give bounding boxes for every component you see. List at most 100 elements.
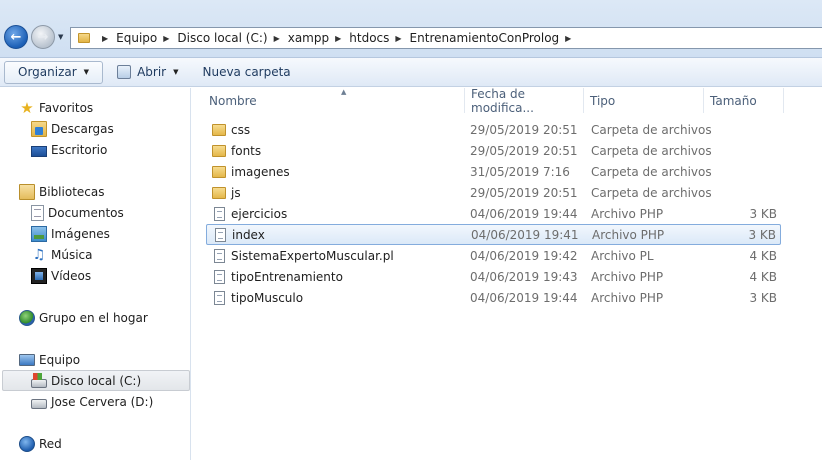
column-header-label: Nombre — [209, 93, 257, 108]
folder-icon — [212, 166, 226, 178]
file-size: 3 KB — [748, 227, 776, 242]
pictures-icon — [31, 225, 47, 242]
sidebar-item-equipo[interactable]: Equipo — [19, 349, 80, 370]
sidebar-item-label: Favoritos — [39, 100, 94, 115]
file-type: Archivo PHP — [592, 227, 665, 242]
file-row[interactable]: tipoMusculo 04/06/2019 19:44 Archivo PHP… — [206, 287, 781, 308]
column-header-label: Tamaño — [710, 93, 757, 108]
sidebar-item-bibliotecas[interactable]: Bibliotecas — [19, 181, 104, 202]
file-row-selected[interactable]: index 04/06/2019 19:41 Archivo PHP 3 KB — [206, 224, 781, 245]
sidebar-item-label: Disco local (C:) — [51, 373, 142, 388]
libraries-icon — [19, 183, 35, 200]
chevron-right-icon[interactable]: ▶ — [395, 34, 401, 43]
breadcrumb-label: EntrenamientoConProlog — [409, 31, 560, 45]
documents-icon — [31, 204, 44, 221]
sidebar-item-imagenes[interactable]: Imágenes — [31, 223, 110, 244]
computer-icon — [19, 354, 35, 366]
network-icon — [19, 435, 35, 452]
sidebar-item-homegroup[interactable]: Grupo en el hogar — [19, 307, 148, 328]
organize-button[interactable]: Organizar ▼ — [4, 60, 104, 84]
file-name: SistemaExpertoMuscular.pl — [231, 248, 394, 263]
open-button[interactable]: Abrir ▼ — [109, 61, 186, 84]
sidebar-item-musica[interactable]: ♫ Música — [31, 244, 93, 265]
sidebar-item-escritorio[interactable]: Escritorio — [31, 139, 107, 160]
file-type: Carpeta de archivos — [591, 164, 712, 179]
breadcrumb-item[interactable]: Disco local (C:) ▶ — [177, 31, 287, 45]
sidebar-item-red[interactable]: Red — [19, 433, 62, 454]
sidebar-item-jose-cervera-d[interactable]: Jose Cervera (D:) — [31, 391, 153, 412]
file-date: 04/06/2019 19:43 — [470, 269, 578, 284]
file-name-cell: js — [212, 186, 241, 200]
file-name-cell: tipoEntrenamiento — [212, 269, 343, 284]
file-size: 3 KB — [749, 290, 777, 305]
column-header-date[interactable]: Fecha de modifica... — [465, 86, 584, 115]
file-name: tipoMusculo — [231, 290, 304, 305]
recent-pages-dropdown[interactable]: ▼ — [58, 33, 63, 41]
php-file-icon — [214, 290, 225, 305]
sidebar-item-label: Imágenes — [51, 226, 110, 241]
column-header-label: Fecha de modifica... — [471, 86, 534, 115]
file-date: 29/05/2019 20:51 — [470, 143, 578, 158]
file-row[interactable]: imagenes 31/05/2019 7:16 Carpeta de arch… — [206, 161, 781, 182]
file-name-cell: tipoMusculo — [212, 290, 304, 305]
breadcrumb-item[interactable]: Equipo ▶ — [116, 31, 177, 45]
breadcrumb-label: Equipo — [116, 31, 158, 45]
downloads-icon — [31, 120, 47, 137]
chevron-right-icon[interactable]: ▶ — [163, 34, 169, 43]
sidebar-item-label: Red — [39, 436, 62, 451]
music-icon: ♫ — [32, 246, 46, 263]
file-date: 29/05/2019 20:51 — [470, 185, 578, 200]
breadcrumb-item[interactable]: xampp ▶ — [288, 31, 350, 45]
breadcrumb-item[interactable]: EntrenamientoConProlog ▶ — [410, 31, 580, 45]
chevron-right-icon[interactable]: ▶ — [565, 34, 571, 43]
file-date: 29/05/2019 20:51 — [470, 122, 578, 137]
sidebar-item-documentos[interactable]: Documentos — [31, 202, 124, 223]
chevron-right-icon[interactable]: ▶ — [335, 34, 341, 43]
file-row[interactable]: ejercicios 04/06/2019 19:44 Archivo PHP … — [206, 203, 781, 224]
video-icon — [31, 267, 47, 284]
file-date: 04/06/2019 19:44 — [470, 206, 578, 221]
new-folder-button[interactable]: Nueva carpeta — [194, 61, 298, 84]
navigation-pane: ★ Favoritos Descargas Escritorio Bibliot… — [0, 88, 191, 460]
sidebar-item-descargas[interactable]: Descargas — [31, 118, 114, 139]
column-header-name[interactable]: ▲ Nombre — [203, 88, 465, 113]
sidebar-item-label: Descargas — [51, 121, 114, 136]
sidebar-item-label: Bibliotecas — [39, 184, 105, 199]
file-type: Archivo PL — [591, 248, 654, 263]
file-row[interactable]: fonts 29/05/2019 20:51 Carpeta de archiv… — [206, 140, 781, 161]
sidebar-item-label: Grupo en el hogar — [39, 310, 148, 325]
chevron-down-icon: ▼ — [83, 68, 90, 76]
file-name: index — [232, 227, 265, 242]
file-name-cell: SistemaExpertoMuscular.pl — [212, 248, 394, 263]
forward-arrow-icon: → — [37, 29, 49, 45]
file-size: 4 KB — [749, 248, 777, 263]
folder-icon — [78, 33, 90, 43]
sidebar-item-label: Vídeos — [51, 268, 92, 283]
address-bar[interactable]: ▶ Equipo ▶ Disco local (C:) ▶ xampp ▶ htdoc… — [70, 27, 822, 49]
file-row[interactable]: tipoEntrenamiento 04/06/2019 19:43 Archi… — [206, 266, 781, 287]
chevron-right-icon[interactable]: ▶ — [274, 34, 280, 43]
file-row[interactable]: css 29/05/2019 20:51 Carpeta de archivos — [206, 119, 781, 140]
sidebar-item-disco-local-c[interactable]: Disco local (C:) — [2, 370, 190, 391]
file-size: 4 KB — [749, 269, 777, 284]
breadcrumb-separator[interactable]: ▶ — [96, 34, 116, 43]
column-header-type[interactable]: Tipo — [584, 88, 704, 113]
back-button[interactable]: ← — [4, 25, 28, 49]
column-header-size[interactable]: Tamaño — [704, 88, 784, 113]
breadcrumb-item[interactable]: htdocs ▶ — [349, 31, 409, 45]
file-size: 3 KB — [749, 206, 777, 221]
file-date: 04/06/2019 19:44 — [470, 290, 578, 305]
sidebar-item-label: Jose Cervera (D:) — [51, 394, 154, 409]
file-name: ejercicios — [231, 206, 288, 221]
new-folder-label: Nueva carpeta — [202, 65, 291, 79]
sidebar-item-favoritos[interactable]: ★ Favoritos — [19, 97, 93, 118]
forward-button[interactable]: → — [31, 25, 55, 49]
file-name: tipoEntrenamiento — [231, 269, 343, 284]
file-row[interactable]: SistemaExpertoMuscular.pl 04/06/2019 19:… — [206, 245, 781, 266]
file-row[interactable]: js 29/05/2019 20:51 Carpeta de archivos — [206, 182, 781, 203]
file-name-cell: css — [212, 123, 250, 137]
sidebar-item-videos[interactable]: Vídeos — [31, 265, 91, 286]
folder-icon — [212, 124, 226, 136]
php-file-icon — [214, 269, 225, 284]
file-date: 04/06/2019 19:42 — [470, 248, 578, 263]
